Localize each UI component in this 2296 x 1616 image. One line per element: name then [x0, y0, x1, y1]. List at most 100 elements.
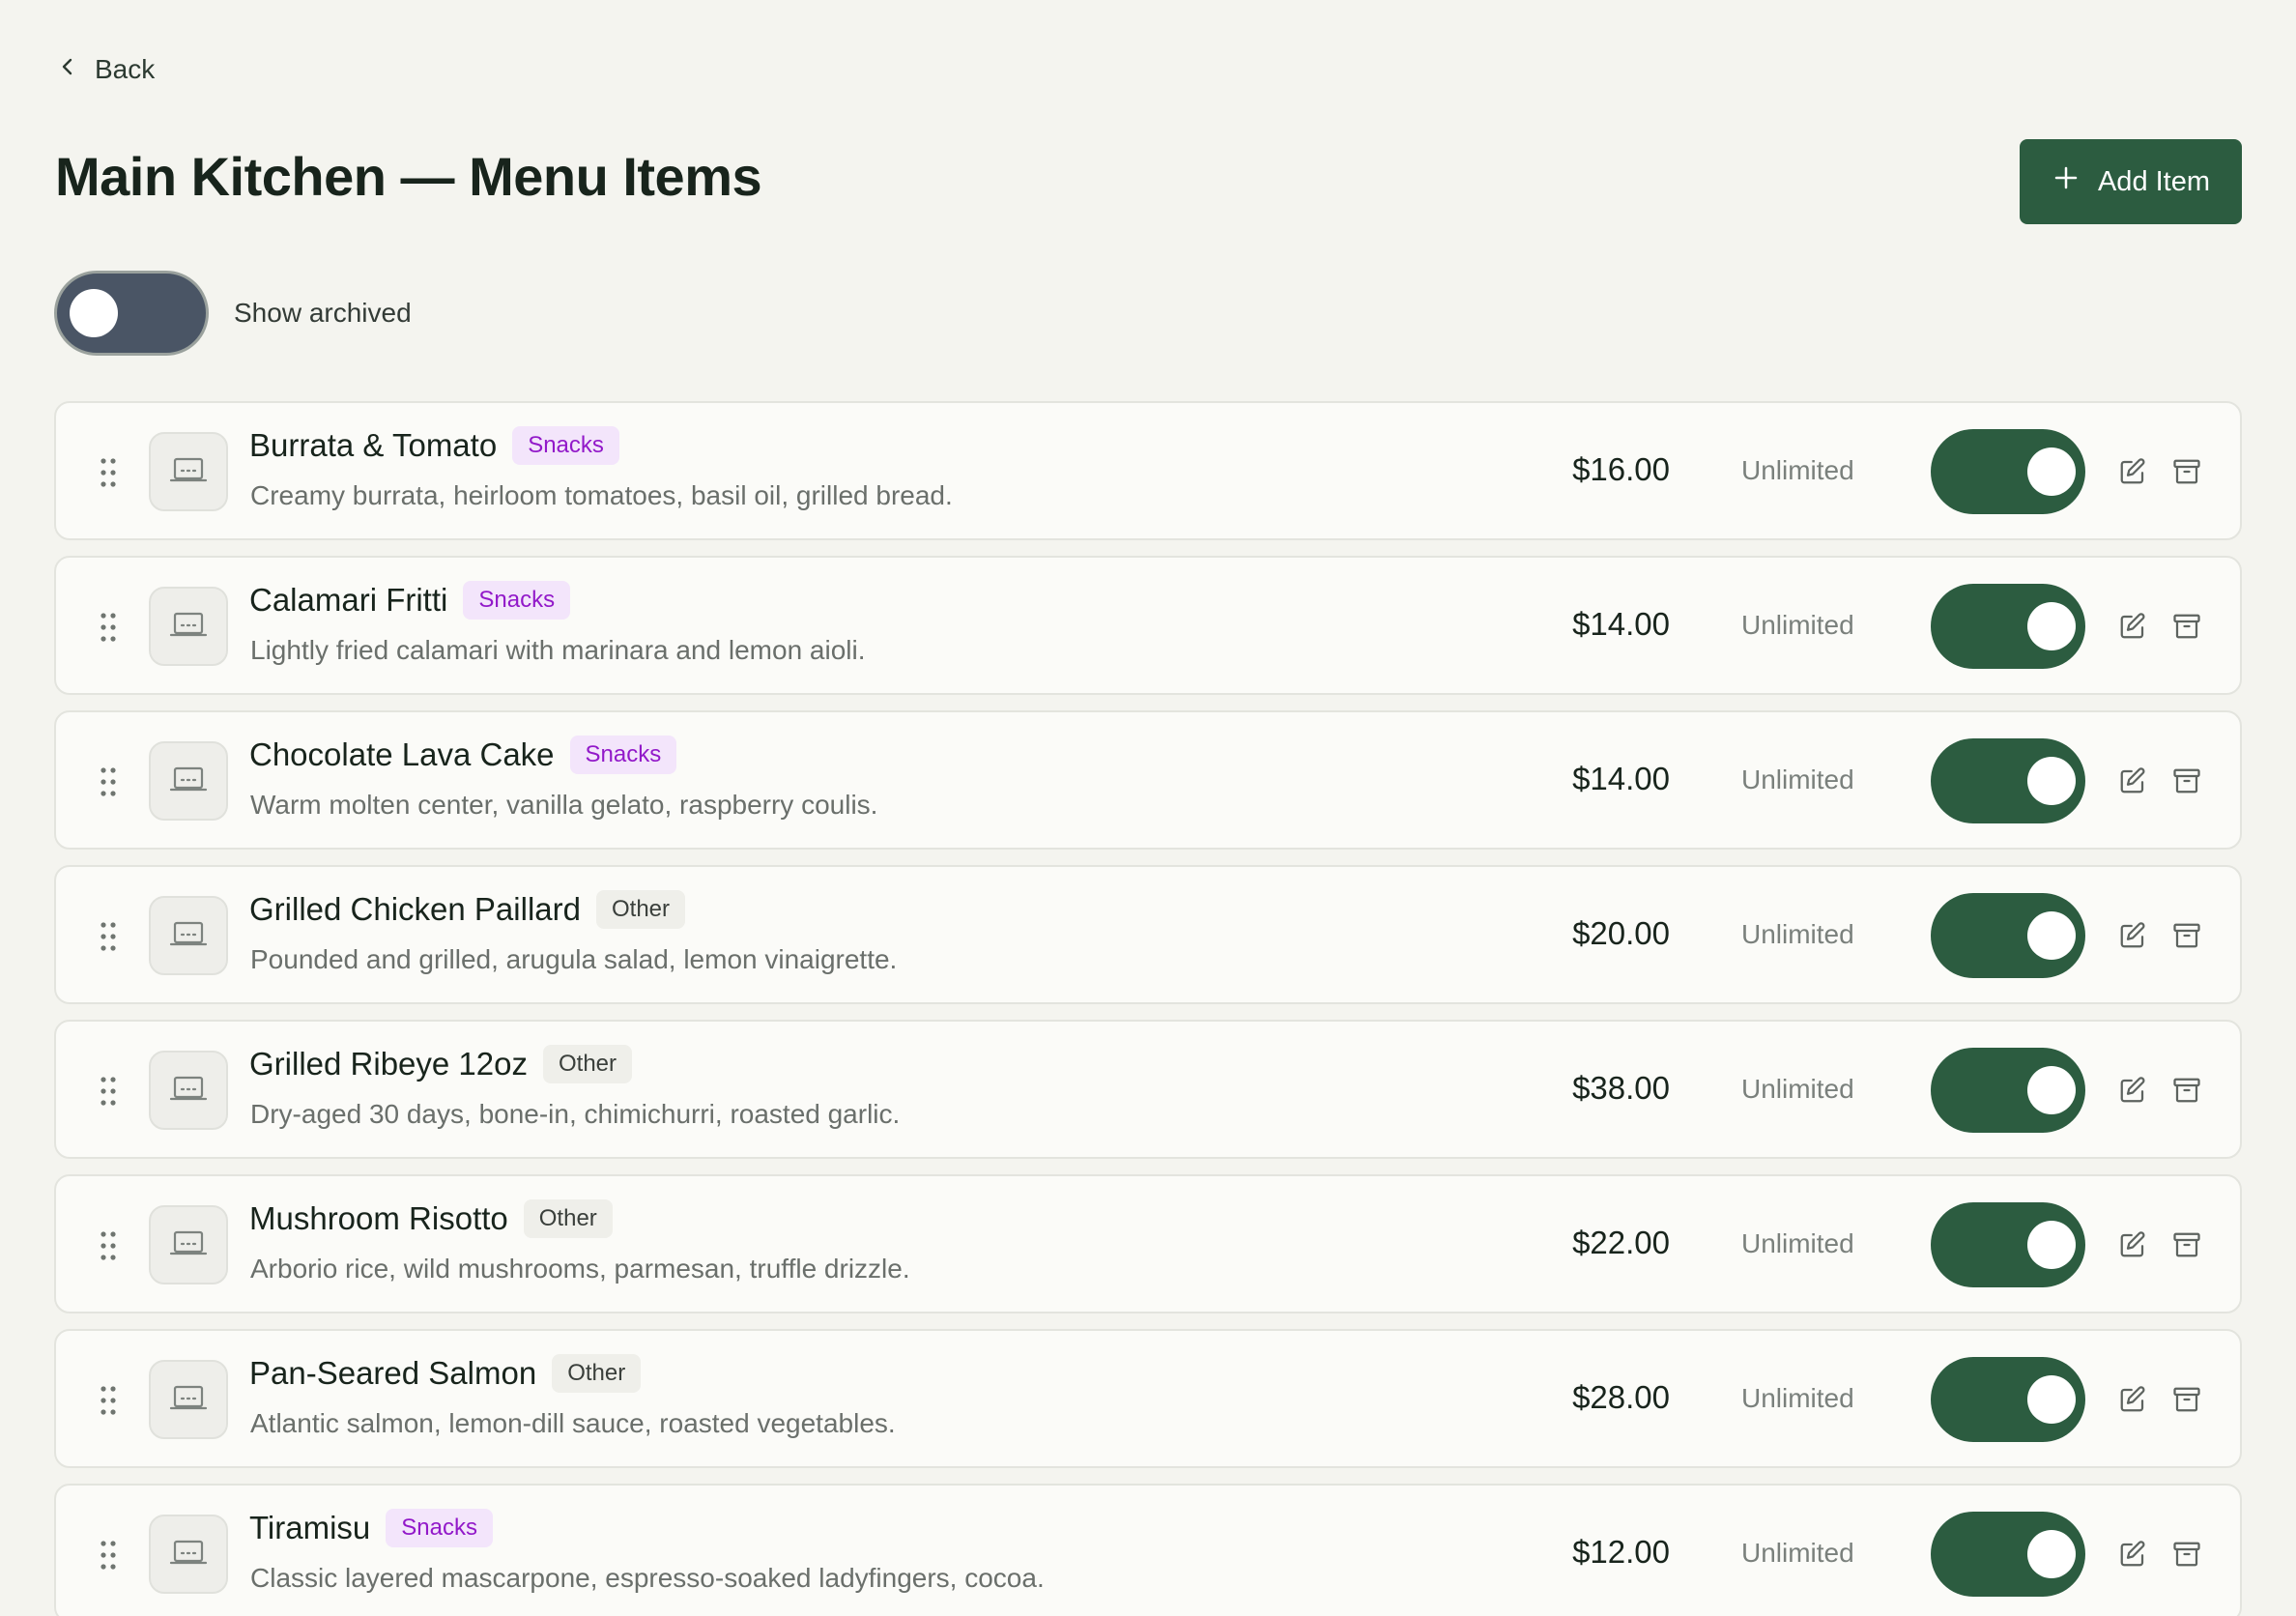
add-item-button[interactable]: Add Item	[2020, 139, 2242, 224]
menu-item-row: Grilled Chicken Paillard Other Pounded a…	[54, 865, 2242, 1004]
edit-icon[interactable]	[2118, 1230, 2147, 1259]
food-tray-icon	[169, 1536, 208, 1573]
item-description: Classic layered mascarpone, espresso-soa…	[250, 1563, 1045, 1593]
drag-handle-icon[interactable]	[99, 1384, 118, 1417]
category-tag: Other	[595, 890, 686, 929]
item-price: $38.00	[1572, 1070, 1670, 1106]
item-name: Burrata & Tomato	[249, 427, 498, 463]
toggle-knob	[2027, 1221, 2076, 1269]
item-stock: Unlimited	[1741, 455, 1854, 485]
edit-icon[interactable]	[2118, 766, 2147, 795]
availability-toggle[interactable]	[1931, 1048, 2085, 1133]
menu-item-row: Tiramisu Snacks Classic layered mascarpo…	[54, 1484, 2242, 1616]
item-name-line: Calamari Fritti Snacks	[249, 581, 571, 620]
drag-handle-icon[interactable]	[99, 611, 118, 644]
item-description: Pounded and grilled, arugula salad, lemo…	[250, 944, 898, 974]
show-archived-filter: Show archived	[54, 271, 412, 356]
food-tray-icon	[169, 763, 208, 800]
toggle-knob	[2027, 602, 2076, 650]
edit-icon[interactable]	[2118, 457, 2147, 486]
edit-icon[interactable]	[2118, 1385, 2147, 1414]
back-link[interactable]: Back	[56, 54, 155, 85]
menu-items-page: Back Main Kitchen — Menu Items Add Item …	[0, 0, 2296, 1616]
item-description: Dry-aged 30 days, bone-in, chimichurri, …	[250, 1099, 901, 1129]
archive-icon[interactable]	[2172, 1540, 2201, 1569]
toggle-knob	[70, 289, 118, 337]
menu-item-row: Calamari Fritti Snacks Lightly fried cal…	[54, 556, 2242, 695]
item-stock: Unlimited	[1741, 919, 1854, 949]
archive-icon[interactable]	[2172, 921, 2201, 950]
page-title: Main Kitchen — Menu Items	[55, 146, 762, 207]
drag-handle-icon[interactable]	[99, 456, 118, 489]
edit-icon[interactable]	[2118, 1076, 2147, 1105]
item-name-line: Pan-Seared Salmon Other	[249, 1354, 642, 1393]
item-image-placeholder	[149, 587, 228, 666]
menu-item-row: Pan-Seared Salmon Other Atlantic salmon,…	[54, 1329, 2242, 1468]
food-tray-icon	[169, 1226, 208, 1264]
item-stock: Unlimited	[1741, 1538, 1854, 1568]
availability-toggle[interactable]	[1931, 1512, 2085, 1597]
edit-icon[interactable]	[2118, 612, 2147, 641]
availability-toggle[interactable]	[1931, 1202, 2085, 1287]
item-name: Calamari Fritti	[249, 582, 448, 618]
availability-toggle[interactable]	[1931, 738, 2085, 823]
item-price: $12.00	[1572, 1534, 1670, 1570]
item-name: Chocolate Lava Cake	[249, 736, 555, 772]
category-tag: Other	[523, 1199, 613, 1238]
category-tag: Snacks	[386, 1509, 493, 1547]
item-name: Mushroom Risotto	[249, 1200, 508, 1236]
drag-handle-icon[interactable]	[99, 1075, 118, 1108]
item-price: $14.00	[1572, 761, 1670, 796]
menu-item-row: Burrata & Tomato Snacks Creamy burrata, …	[54, 401, 2242, 540]
edit-icon[interactable]	[2118, 1540, 2147, 1569]
item-description: Arborio rice, wild mushrooms, parmesan, …	[250, 1254, 910, 1284]
item-stock: Unlimited	[1741, 610, 1854, 640]
item-image-placeholder	[149, 1360, 228, 1439]
availability-toggle[interactable]	[1931, 893, 2085, 978]
archive-icon[interactable]	[2172, 1230, 2201, 1259]
item-price: $22.00	[1572, 1225, 1670, 1260]
availability-toggle[interactable]	[1931, 429, 2085, 514]
archive-icon[interactable]	[2172, 612, 2201, 641]
item-description: Atlantic salmon, lemon-dill sauce, roast…	[250, 1408, 896, 1438]
food-tray-icon	[169, 1072, 208, 1110]
show-archived-toggle[interactable]	[54, 271, 209, 356]
category-tag: Snacks	[512, 426, 619, 465]
edit-icon[interactable]	[2118, 921, 2147, 950]
item-name: Grilled Chicken Paillard	[249, 891, 581, 927]
toggle-knob	[2027, 447, 2076, 496]
item-stock: Unlimited	[1741, 1228, 1854, 1258]
item-price: $14.00	[1572, 606, 1670, 642]
availability-toggle[interactable]	[1931, 1357, 2085, 1442]
item-price: $16.00	[1572, 451, 1670, 487]
toggle-knob	[2027, 1066, 2076, 1114]
item-description: Creamy burrata, heirloom tomatoes, basil…	[250, 480, 953, 510]
item-image-placeholder	[149, 432, 228, 511]
show-archived-label: Show archived	[234, 298, 412, 328]
item-price: $20.00	[1572, 915, 1670, 951]
item-name: Tiramisu	[249, 1510, 371, 1545]
item-price: $28.00	[1572, 1379, 1670, 1415]
menu-item-list: Burrata & Tomato Snacks Creamy burrata, …	[54, 401, 2242, 1616]
drag-handle-icon[interactable]	[99, 1539, 118, 1572]
archive-icon[interactable]	[2172, 457, 2201, 486]
food-tray-icon	[169, 453, 208, 491]
add-item-label: Add Item	[2097, 165, 2211, 197]
availability-toggle[interactable]	[1931, 584, 2085, 669]
toggle-knob	[2027, 757, 2076, 805]
drag-handle-icon[interactable]	[99, 920, 118, 953]
item-name-line: Tiramisu Snacks	[249, 1509, 493, 1547]
archive-icon[interactable]	[2172, 1385, 2201, 1414]
archive-icon[interactable]	[2172, 1076, 2201, 1105]
drag-handle-icon[interactable]	[99, 765, 118, 798]
item-image-placeholder	[149, 1515, 228, 1594]
food-tray-icon	[169, 917, 208, 955]
category-tag: Other	[552, 1354, 642, 1393]
menu-item-row: Grilled Ribeye 12oz Other Dry-aged 30 da…	[54, 1020, 2242, 1159]
item-image-placeholder	[149, 1051, 228, 1130]
item-stock: Unlimited	[1741, 1383, 1854, 1413]
archive-icon[interactable]	[2172, 766, 2201, 795]
item-image-placeholder	[149, 1205, 228, 1284]
drag-handle-icon[interactable]	[99, 1229, 118, 1262]
category-tag: Other	[542, 1045, 633, 1083]
